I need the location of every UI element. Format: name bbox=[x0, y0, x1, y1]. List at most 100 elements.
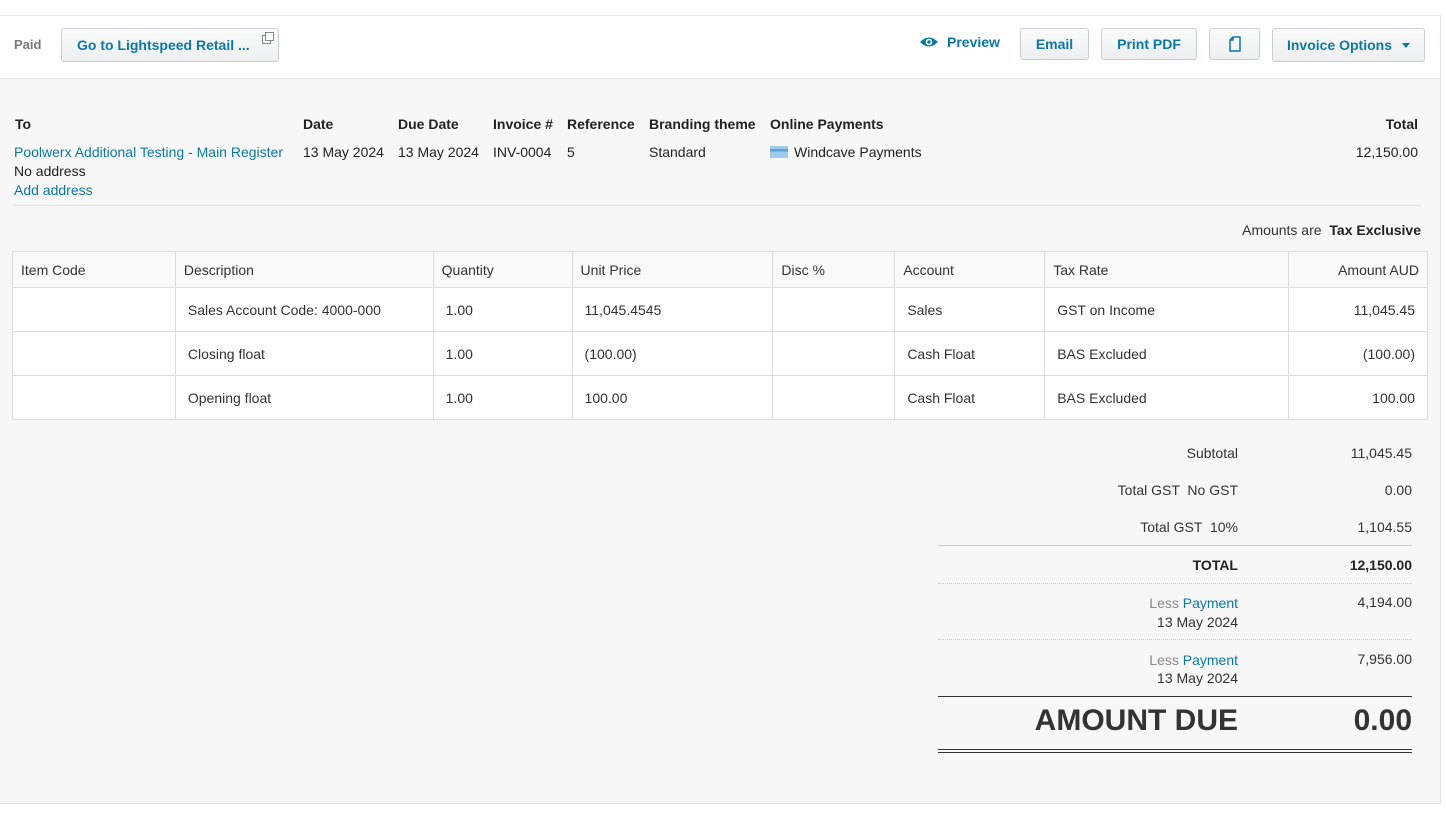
date-header: Date bbox=[303, 116, 334, 132]
invoice-options-label: Invoice Options bbox=[1286, 37, 1392, 53]
to-header: To bbox=[15, 116, 32, 132]
column-header: Amount AUD bbox=[1288, 251, 1428, 288]
total-value: 12,150.00 bbox=[1349, 557, 1412, 573]
payment-link[interactable]: Payment bbox=[1183, 652, 1238, 668]
table-header-row: Item Code Description Quantity Unit Pric… bbox=[12, 251, 1428, 288]
online-payments-header: Online Payments bbox=[770, 116, 884, 132]
amount-due-double-rule bbox=[938, 749, 1412, 753]
table-row: Opening float 1.00 100.00 Cash Float BAS… bbox=[12, 375, 1428, 420]
account-cell: Cash Float bbox=[894, 331, 1046, 376]
invoice-number-header: Invoice # bbox=[493, 116, 553, 132]
go-to-lightspeed-button[interactable]: Go to Lightspeed Retail ... bbox=[61, 28, 279, 62]
quantity-cell: 1.00 bbox=[432, 331, 573, 376]
status-label: Paid bbox=[14, 37, 42, 52]
discount-cell bbox=[772, 375, 896, 420]
invoice-due-date: 13 May 2024 bbox=[398, 144, 479, 160]
table-row: Sales Account Code: 4000-000 1.00 11,045… bbox=[12, 287, 1428, 332]
payment-2-label: Less Payment 13 May 2024 bbox=[1149, 651, 1238, 687]
contact-link[interactable]: Poolwerx Additional Testing - Main Regis… bbox=[14, 144, 283, 160]
invoice-options-button[interactable]: Invoice Options bbox=[1272, 28, 1425, 62]
less-label: Less bbox=[1149, 595, 1179, 611]
preview-button[interactable]: Preview bbox=[919, 34, 1000, 50]
email-label: Email bbox=[1035, 36, 1074, 52]
invoice-date: 13 May 2024 bbox=[303, 144, 384, 160]
tax-mode-note: Amounts are Tax Exclusive bbox=[1242, 222, 1421, 238]
gst-10-label: Total GST 10% bbox=[1140, 519, 1238, 535]
amount-due-label: AMOUNT DUE bbox=[1034, 704, 1238, 737]
amount-cell: 11,045.45 bbox=[1288, 287, 1428, 332]
totals-divider bbox=[938, 545, 1412, 546]
totals-divider bbox=[938, 583, 1412, 584]
tax-mode-value: Tax Exclusive bbox=[1329, 222, 1421, 238]
eye-icon bbox=[920, 37, 938, 47]
payment-1-label: Less Payment 13 May 2024 bbox=[1149, 594, 1238, 632]
description-cell: Opening float bbox=[174, 375, 434, 420]
table-row: Closing float 1.00 (100.00) Cash Float B… bbox=[12, 331, 1428, 376]
item-code-cell bbox=[12, 331, 176, 376]
online-payment-method: Windcave Payments bbox=[770, 144, 922, 160]
email-button[interactable]: Email bbox=[1020, 28, 1089, 60]
account-cell: Cash Float bbox=[894, 375, 1046, 420]
copy-icon bbox=[1228, 36, 1241, 52]
branding-header: Branding theme bbox=[649, 116, 756, 132]
column-header: Item Code bbox=[12, 251, 176, 288]
online-payment-label: Windcave Payments bbox=[794, 144, 922, 160]
credit-card-icon bbox=[770, 146, 788, 158]
due-date-header: Due Date bbox=[398, 116, 459, 132]
tax-rate-cell: GST on Income bbox=[1044, 287, 1289, 332]
column-header: Disc % bbox=[772, 251, 896, 288]
description-cell: Sales Account Code: 4000-000 bbox=[174, 287, 434, 332]
quantity-cell: 1.00 bbox=[432, 287, 573, 332]
no-address-text: No address bbox=[14, 163, 86, 179]
line-items-table: Item Code Description Quantity Unit Pric… bbox=[12, 251, 1428, 420]
payment-link[interactable]: Payment bbox=[1183, 595, 1238, 611]
total-header: Total bbox=[1385, 116, 1418, 132]
column-header: Description bbox=[174, 251, 434, 288]
subtotal-value: 11,045.45 bbox=[1350, 445, 1412, 461]
unit-price-cell: (100.00) bbox=[571, 331, 774, 376]
amount-due-rule bbox=[938, 696, 1412, 697]
external-link-icon bbox=[262, 32, 274, 44]
payment-date: 13 May 2024 bbox=[1157, 614, 1238, 630]
tax-rate-cell: BAS Excluded bbox=[1044, 331, 1289, 376]
item-code-cell bbox=[12, 287, 176, 332]
discount-cell bbox=[772, 287, 896, 332]
subtotal-label: Subtotal bbox=[1186, 445, 1238, 461]
column-header: Quantity bbox=[432, 251, 573, 288]
amount-cell: (100.00) bbox=[1288, 331, 1428, 376]
divider bbox=[14, 205, 1421, 206]
payment-2-amount[interactable]: 7,956.00 bbox=[1358, 651, 1413, 667]
column-header: Tax Rate bbox=[1044, 251, 1289, 288]
payment-date: 13 May 2024 bbox=[1157, 670, 1238, 686]
amount-due-value: 0.00 bbox=[1353, 704, 1412, 737]
amount-cell: 100.00 bbox=[1288, 375, 1428, 420]
quantity-cell: 1.00 bbox=[432, 375, 573, 420]
item-code-cell bbox=[12, 375, 176, 420]
add-address-link[interactable]: Add address bbox=[14, 182, 93, 198]
gst-no-gst-value: 0.00 bbox=[1384, 482, 1412, 498]
reference-header: Reference bbox=[567, 116, 635, 132]
less-label: Less bbox=[1149, 652, 1179, 668]
discount-cell bbox=[772, 331, 896, 376]
invoice-reference: 5 bbox=[567, 144, 575, 160]
gst-no-gst-label: Total GST No GST bbox=[1117, 482, 1238, 498]
go-to-lightspeed-label: Go to Lightspeed Retail ... bbox=[77, 37, 250, 53]
tax-rate-cell: BAS Excluded bbox=[1044, 375, 1289, 420]
print-pdf-label: Print PDF bbox=[1117, 36, 1181, 52]
unit-price-cell: 100.00 bbox=[571, 375, 774, 420]
payment-1-amount[interactable]: 4,194.00 bbox=[1358, 594, 1413, 610]
unit-price-cell: 11,045.4545 bbox=[571, 287, 774, 332]
tax-mode-label: Amounts are bbox=[1242, 222, 1322, 238]
totals-divider bbox=[938, 639, 1412, 640]
column-header: Account bbox=[894, 251, 1046, 288]
print-pdf-button[interactable]: Print PDF bbox=[1101, 28, 1197, 60]
gst-10-value: 1,104.55 bbox=[1357, 519, 1413, 535]
invoice-number: INV-0004 bbox=[493, 144, 552, 160]
preview-label: Preview bbox=[947, 34, 1000, 50]
column-header: Unit Price bbox=[571, 251, 774, 288]
account-cell: Sales bbox=[894, 287, 1046, 332]
invoice-total: 12,150.00 bbox=[1355, 144, 1418, 160]
chevron-down-icon bbox=[1402, 42, 1410, 48]
copy-button[interactable] bbox=[1209, 28, 1260, 60]
description-cell: Closing float bbox=[174, 331, 434, 376]
